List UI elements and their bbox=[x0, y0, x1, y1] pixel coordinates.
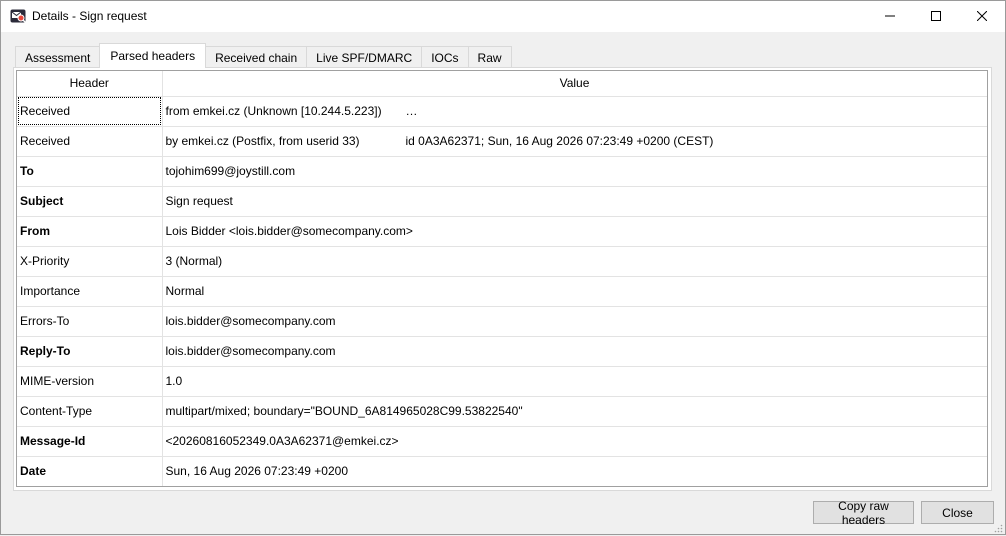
maximize-icon bbox=[931, 10, 941, 24]
table-row[interactable]: Importance Normal bbox=[17, 276, 987, 307]
table-row[interactable]: Subject Sign request bbox=[17, 186, 987, 217]
header-cell[interactable]: Date bbox=[17, 456, 163, 486]
value-cell[interactable]: multipart/mixed; boundary="BOUND_6A81496… bbox=[162, 396, 987, 427]
value-cell[interactable]: by emkei.cz (Postfix, from userid 33) id … bbox=[162, 126, 987, 157]
table-row[interactable]: Reply-To lois.bidder@somecompany.com bbox=[17, 336, 987, 367]
column-header-header[interactable]: Header bbox=[17, 71, 163, 97]
table-header-row: Header Value bbox=[17, 71, 987, 97]
value-part: from emkei.cz (Unknown [10.244.5.223]) bbox=[165, 104, 382, 118]
tab-assessment[interactable]: Assessment bbox=[15, 46, 101, 68]
table-row[interactable]: Content-Type multipart/mixed; boundary="… bbox=[17, 396, 987, 427]
tab-strip: Assessment Parsed headers Received chain… bbox=[15, 43, 512, 68]
header-cell[interactable]: MIME-version bbox=[17, 366, 163, 397]
value-cell[interactable]: <20260816052349.0A3A62371@emkei.cz> bbox=[162, 426, 987, 457]
table-row[interactable]: From Lois Bidder <lois.bidder@somecompan… bbox=[17, 216, 987, 247]
header-cell[interactable]: Errors-To bbox=[17, 306, 163, 337]
tab-parsed-headers[interactable]: Parsed headers bbox=[99, 43, 207, 68]
title-bar[interactable]: Details - Sign request bbox=[1, 1, 1005, 32]
header-cell[interactable]: To bbox=[17, 156, 163, 187]
value-cell[interactable]: 1.0 bbox=[162, 366, 987, 397]
value-cell[interactable]: lois.bidder@somecompany.com bbox=[162, 336, 987, 367]
table-row[interactable]: To tojohim699@joystill.com bbox=[17, 156, 987, 187]
table-row[interactable]: Received from emkei.cz (Unknown [10.244.… bbox=[17, 96, 987, 127]
minimize-icon bbox=[885, 10, 895, 24]
table-row[interactable]: Message-Id <20260816052349.0A3A62371@emk… bbox=[17, 426, 987, 457]
header-cell[interactable]: Received bbox=[17, 126, 163, 157]
value-cell[interactable]: Sun, 16 Aug 2026 07:23:49 +0200 bbox=[162, 456, 987, 486]
mail-search-icon bbox=[10, 8, 26, 24]
tab-iocs[interactable]: IOCs bbox=[421, 46, 469, 68]
headers-grid[interactable]: Header Value Received from emkei.cz (Unk… bbox=[16, 70, 988, 487]
value-part-2: id 0A3A62371; Sun, 16 Aug 2026 07:23:49 … bbox=[405, 134, 714, 148]
tab-live-spf-dmarc[interactable]: Live SPF/DMARC bbox=[306, 46, 423, 68]
value-cell[interactable]: lois.bidder@somecompany.com bbox=[162, 306, 987, 337]
close-window-button[interactable] bbox=[959, 1, 1005, 32]
minimize-button[interactable] bbox=[867, 1, 913, 32]
header-cell[interactable]: Importance bbox=[17, 276, 163, 307]
value-cell[interactable]: Normal bbox=[162, 276, 987, 307]
table-row[interactable]: X-Priority 3 (Normal) bbox=[17, 246, 987, 277]
value-part: by emkei.cz (Postfix, from userid 33) bbox=[165, 134, 360, 148]
header-cell[interactable]: Received bbox=[17, 96, 163, 127]
column-header-value[interactable]: Value bbox=[162, 71, 987, 97]
value-part-2: by 7bd1af24aee2 (Haraka/3.2.1) with ESMT… bbox=[405, 104, 987, 118]
resize-grip-icon[interactable] bbox=[993, 522, 1003, 533]
window-title: Details - Sign request bbox=[32, 9, 147, 23]
header-cell[interactable]: X-Priority bbox=[17, 246, 163, 277]
close-button[interactable]: Close bbox=[921, 501, 994, 524]
parsed-headers-panel: Header Value Received from emkei.cz (Unk… bbox=[13, 67, 992, 491]
header-cell[interactable]: Reply-To bbox=[17, 336, 163, 367]
value-cell[interactable]: 3 (Normal) bbox=[162, 246, 987, 277]
value-cell[interactable]: from emkei.cz (Unknown [10.244.5.223]) by… bbox=[162, 96, 987, 127]
table-row[interactable]: Errors-To lois.bidder@somecompany.com bbox=[17, 306, 987, 337]
header-cell[interactable]: Message-Id bbox=[17, 426, 163, 457]
header-cell[interactable]: Subject bbox=[17, 186, 163, 217]
close-icon bbox=[976, 10, 988, 24]
value-cell[interactable]: tojohim699@joystill.com bbox=[162, 156, 987, 187]
tab-raw[interactable]: Raw bbox=[467, 46, 512, 68]
maximize-button[interactable] bbox=[913, 1, 959, 32]
table-row[interactable]: MIME-version 1.0 bbox=[17, 366, 987, 397]
header-cell[interactable]: Content-Type bbox=[17, 396, 163, 427]
table-row[interactable]: Received by emkei.cz (Postfix, from user… bbox=[17, 126, 987, 157]
header-cell[interactable]: From bbox=[17, 216, 163, 247]
table-row[interactable]: Date Sun, 16 Aug 2026 07:23:49 +0200 bbox=[17, 456, 987, 486]
value-cell[interactable]: Lois Bidder <lois.bidder@somecompany.com… bbox=[162, 216, 987, 247]
copy-raw-headers-button[interactable]: Copy raw headers bbox=[813, 499, 914, 527]
headers-table: Header Value Received from emkei.cz (Unk… bbox=[17, 71, 987, 486]
value-cell[interactable]: Sign request bbox=[162, 186, 987, 217]
tab-received-chain[interactable]: Received chain bbox=[205, 46, 308, 68]
details-window: Details - Sign request Assessment Parsed… bbox=[0, 0, 1006, 535]
